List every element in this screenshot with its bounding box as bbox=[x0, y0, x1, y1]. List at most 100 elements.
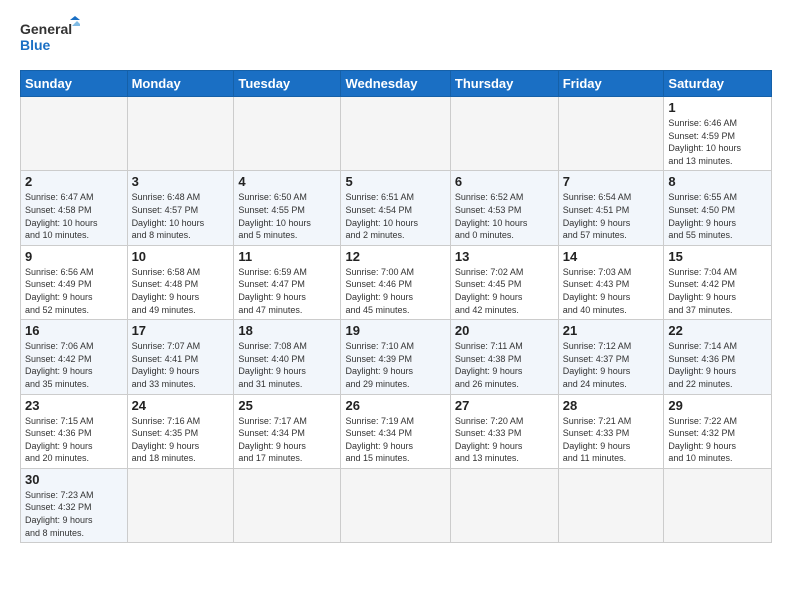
day-info: Sunrise: 7:21 AM Sunset: 4:33 PM Dayligh… bbox=[563, 415, 660, 465]
day-info: Sunrise: 6:56 AM Sunset: 4:49 PM Dayligh… bbox=[25, 266, 123, 316]
calendar-cell: 21 Sunrise: 7:12 AM Sunset: 4:37 PM Dayli… bbox=[558, 320, 664, 394]
day-number: 29 bbox=[668, 398, 767, 413]
day-info: Sunrise: 7:20 AM Sunset: 4:33 PM Dayligh… bbox=[455, 415, 554, 465]
calendar-cell: 1Sunrise: 6:46 AM Sunset: 4:59 PM Daylig… bbox=[664, 97, 772, 171]
day-info: Sunrise: 7:12 AM Sunset: 4:37 PM Dayligh… bbox=[563, 340, 660, 390]
day-number: 15 bbox=[668, 249, 767, 264]
logo: General Blue bbox=[20, 16, 80, 60]
day-info: Sunrise: 7:22 AM Sunset: 4:32 PM Dayligh… bbox=[668, 415, 767, 465]
day-info: Sunrise: 7:11 AM Sunset: 4:38 PM Dayligh… bbox=[455, 340, 554, 390]
calendar-cell: 17 Sunrise: 7:07 AM Sunset: 4:41 PM Dayli… bbox=[127, 320, 234, 394]
calendar-cell bbox=[558, 97, 664, 171]
calendar-cell: 2Sunrise: 6:47 AM Sunset: 4:58 PM Daylig… bbox=[21, 171, 128, 245]
day-number: 28 bbox=[563, 398, 660, 413]
day-number: 20 bbox=[455, 323, 554, 338]
day-number: 22 bbox=[668, 323, 767, 338]
day-info: Sunrise: 6:46 AM Sunset: 4:59 PM Dayligh… bbox=[668, 117, 767, 167]
day-number: 18 bbox=[238, 323, 336, 338]
weekday-header-saturday: Saturday bbox=[664, 71, 772, 97]
day-number: 21 bbox=[563, 323, 660, 338]
calendar-cell bbox=[558, 468, 664, 542]
calendar-cell: 28 Sunrise: 7:21 AM Sunset: 4:33 PM Dayli… bbox=[558, 394, 664, 468]
day-info: Sunrise: 7:07 AM Sunset: 4:41 PM Dayligh… bbox=[132, 340, 230, 390]
day-number: 17 bbox=[132, 323, 230, 338]
calendar-cell: 25Sunrise: 7:17 AM Sunset: 4:34 PM Dayli… bbox=[234, 394, 341, 468]
day-info: Sunrise: 7:19 AM Sunset: 4:34 PM Dayligh… bbox=[345, 415, 445, 465]
calendar-cell: 26 Sunrise: 7:19 AM Sunset: 4:34 PM Dayli… bbox=[341, 394, 450, 468]
day-info: Sunrise: 7:02 AM Sunset: 4:45 PM Dayligh… bbox=[455, 266, 554, 316]
calendar-cell: 16 Sunrise: 7:06 AM Sunset: 4:42 PM Dayli… bbox=[21, 320, 128, 394]
day-number: 5 bbox=[345, 174, 445, 189]
calendar-cell: 5 Sunrise: 6:51 AM Sunset: 4:54 PM Daylig… bbox=[341, 171, 450, 245]
day-info: Sunrise: 7:03 AM Sunset: 4:43 PM Dayligh… bbox=[563, 266, 660, 316]
calendar-cell bbox=[21, 97, 128, 171]
calendar-week-row: 30 Sunrise: 7:23 AM Sunset: 4:32 PM Dayli… bbox=[21, 468, 772, 542]
day-number: 4 bbox=[238, 174, 336, 189]
calendar-cell bbox=[450, 97, 558, 171]
day-info: Sunrise: 7:00 AM Sunset: 4:46 PM Dayligh… bbox=[345, 266, 445, 316]
calendar-cell: 14 Sunrise: 7:03 AM Sunset: 4:43 PM Dayli… bbox=[558, 245, 664, 319]
calendar-cell: 6 Sunrise: 6:52 AM Sunset: 4:53 PM Daylig… bbox=[450, 171, 558, 245]
calendar-cell bbox=[341, 97, 450, 171]
day-number: 25 bbox=[238, 398, 336, 413]
calendar-cell bbox=[127, 97, 234, 171]
day-info: Sunrise: 6:47 AM Sunset: 4:58 PM Dayligh… bbox=[25, 191, 123, 241]
day-info: Sunrise: 7:16 AM Sunset: 4:35 PM Dayligh… bbox=[132, 415, 230, 465]
calendar-week-row: 23Sunrise: 7:15 AM Sunset: 4:36 PM Dayli… bbox=[21, 394, 772, 468]
weekday-header-monday: Monday bbox=[127, 71, 234, 97]
calendar-cell bbox=[127, 468, 234, 542]
logo-svg: General Blue bbox=[20, 16, 80, 60]
weekday-header-tuesday: Tuesday bbox=[234, 71, 341, 97]
weekday-header-sunday: Sunday bbox=[21, 71, 128, 97]
day-number: 14 bbox=[563, 249, 660, 264]
calendar-cell: 19 Sunrise: 7:10 AM Sunset: 4:39 PM Dayli… bbox=[341, 320, 450, 394]
day-number: 16 bbox=[25, 323, 123, 338]
day-number: 19 bbox=[345, 323, 445, 338]
calendar-cell bbox=[664, 468, 772, 542]
calendar-cell: 20 Sunrise: 7:11 AM Sunset: 4:38 PM Dayli… bbox=[450, 320, 558, 394]
day-info: Sunrise: 6:51 AM Sunset: 4:54 PM Dayligh… bbox=[345, 191, 445, 241]
svg-text:General: General bbox=[20, 21, 72, 37]
calendar-cell: 30 Sunrise: 7:23 AM Sunset: 4:32 PM Dayli… bbox=[21, 468, 128, 542]
day-number: 12 bbox=[345, 249, 445, 264]
calendar-cell bbox=[234, 468, 341, 542]
calendar-cell: 22 Sunrise: 7:14 AM Sunset: 4:36 PM Dayli… bbox=[664, 320, 772, 394]
calendar-week-row: 16 Sunrise: 7:06 AM Sunset: 4:42 PM Dayli… bbox=[21, 320, 772, 394]
day-info: Sunrise: 7:08 AM Sunset: 4:40 PM Dayligh… bbox=[238, 340, 336, 390]
calendar-table: SundayMondayTuesdayWednesdayThursdayFrid… bbox=[20, 70, 772, 543]
day-info: Sunrise: 6:54 AM Sunset: 4:51 PM Dayligh… bbox=[563, 191, 660, 241]
calendar-cell: 18 Sunrise: 7:08 AM Sunset: 4:40 PM Dayli… bbox=[234, 320, 341, 394]
day-number: 24 bbox=[132, 398, 230, 413]
header: General Blue bbox=[20, 16, 772, 60]
day-info: Sunrise: 7:23 AM Sunset: 4:32 PM Dayligh… bbox=[25, 489, 123, 539]
day-number: 9 bbox=[25, 249, 123, 264]
day-info: Sunrise: 7:10 AM Sunset: 4:39 PM Dayligh… bbox=[345, 340, 445, 390]
calendar-cell: 29 Sunrise: 7:22 AM Sunset: 4:32 PM Dayli… bbox=[664, 394, 772, 468]
page: General Blue SundayMondayTuesdayWednesda… bbox=[0, 0, 792, 612]
day-number: 30 bbox=[25, 472, 123, 487]
calendar-cell: 27 Sunrise: 7:20 AM Sunset: 4:33 PM Dayli… bbox=[450, 394, 558, 468]
calendar-cell: 7 Sunrise: 6:54 AM Sunset: 4:51 PM Daylig… bbox=[558, 171, 664, 245]
day-info: Sunrise: 6:58 AM Sunset: 4:48 PM Dayligh… bbox=[132, 266, 230, 316]
calendar-cell: 15Sunrise: 7:04 AM Sunset: 4:42 PM Dayli… bbox=[664, 245, 772, 319]
calendar-cell bbox=[341, 468, 450, 542]
day-number: 11 bbox=[238, 249, 336, 264]
day-info: Sunrise: 6:52 AM Sunset: 4:53 PM Dayligh… bbox=[455, 191, 554, 241]
weekday-header-thursday: Thursday bbox=[450, 71, 558, 97]
day-number: 7 bbox=[563, 174, 660, 189]
day-number: 10 bbox=[132, 249, 230, 264]
day-info: Sunrise: 6:50 AM Sunset: 4:55 PM Dayligh… bbox=[238, 191, 336, 241]
day-info: Sunrise: 7:06 AM Sunset: 4:42 PM Dayligh… bbox=[25, 340, 123, 390]
day-info: Sunrise: 7:14 AM Sunset: 4:36 PM Dayligh… bbox=[668, 340, 767, 390]
calendar-cell: 4 Sunrise: 6:50 AM Sunset: 4:55 PM Daylig… bbox=[234, 171, 341, 245]
weekday-header-wednesday: Wednesday bbox=[341, 71, 450, 97]
day-number: 27 bbox=[455, 398, 554, 413]
day-number: 26 bbox=[345, 398, 445, 413]
calendar-cell: 11Sunrise: 6:59 AM Sunset: 4:47 PM Dayli… bbox=[234, 245, 341, 319]
calendar-cell: 23Sunrise: 7:15 AM Sunset: 4:36 PM Dayli… bbox=[21, 394, 128, 468]
day-number: 3 bbox=[132, 174, 230, 189]
calendar-cell bbox=[450, 468, 558, 542]
weekday-header-row: SundayMondayTuesdayWednesdayThursdayFrid… bbox=[21, 71, 772, 97]
day-number: 8 bbox=[668, 174, 767, 189]
day-number: 6 bbox=[455, 174, 554, 189]
